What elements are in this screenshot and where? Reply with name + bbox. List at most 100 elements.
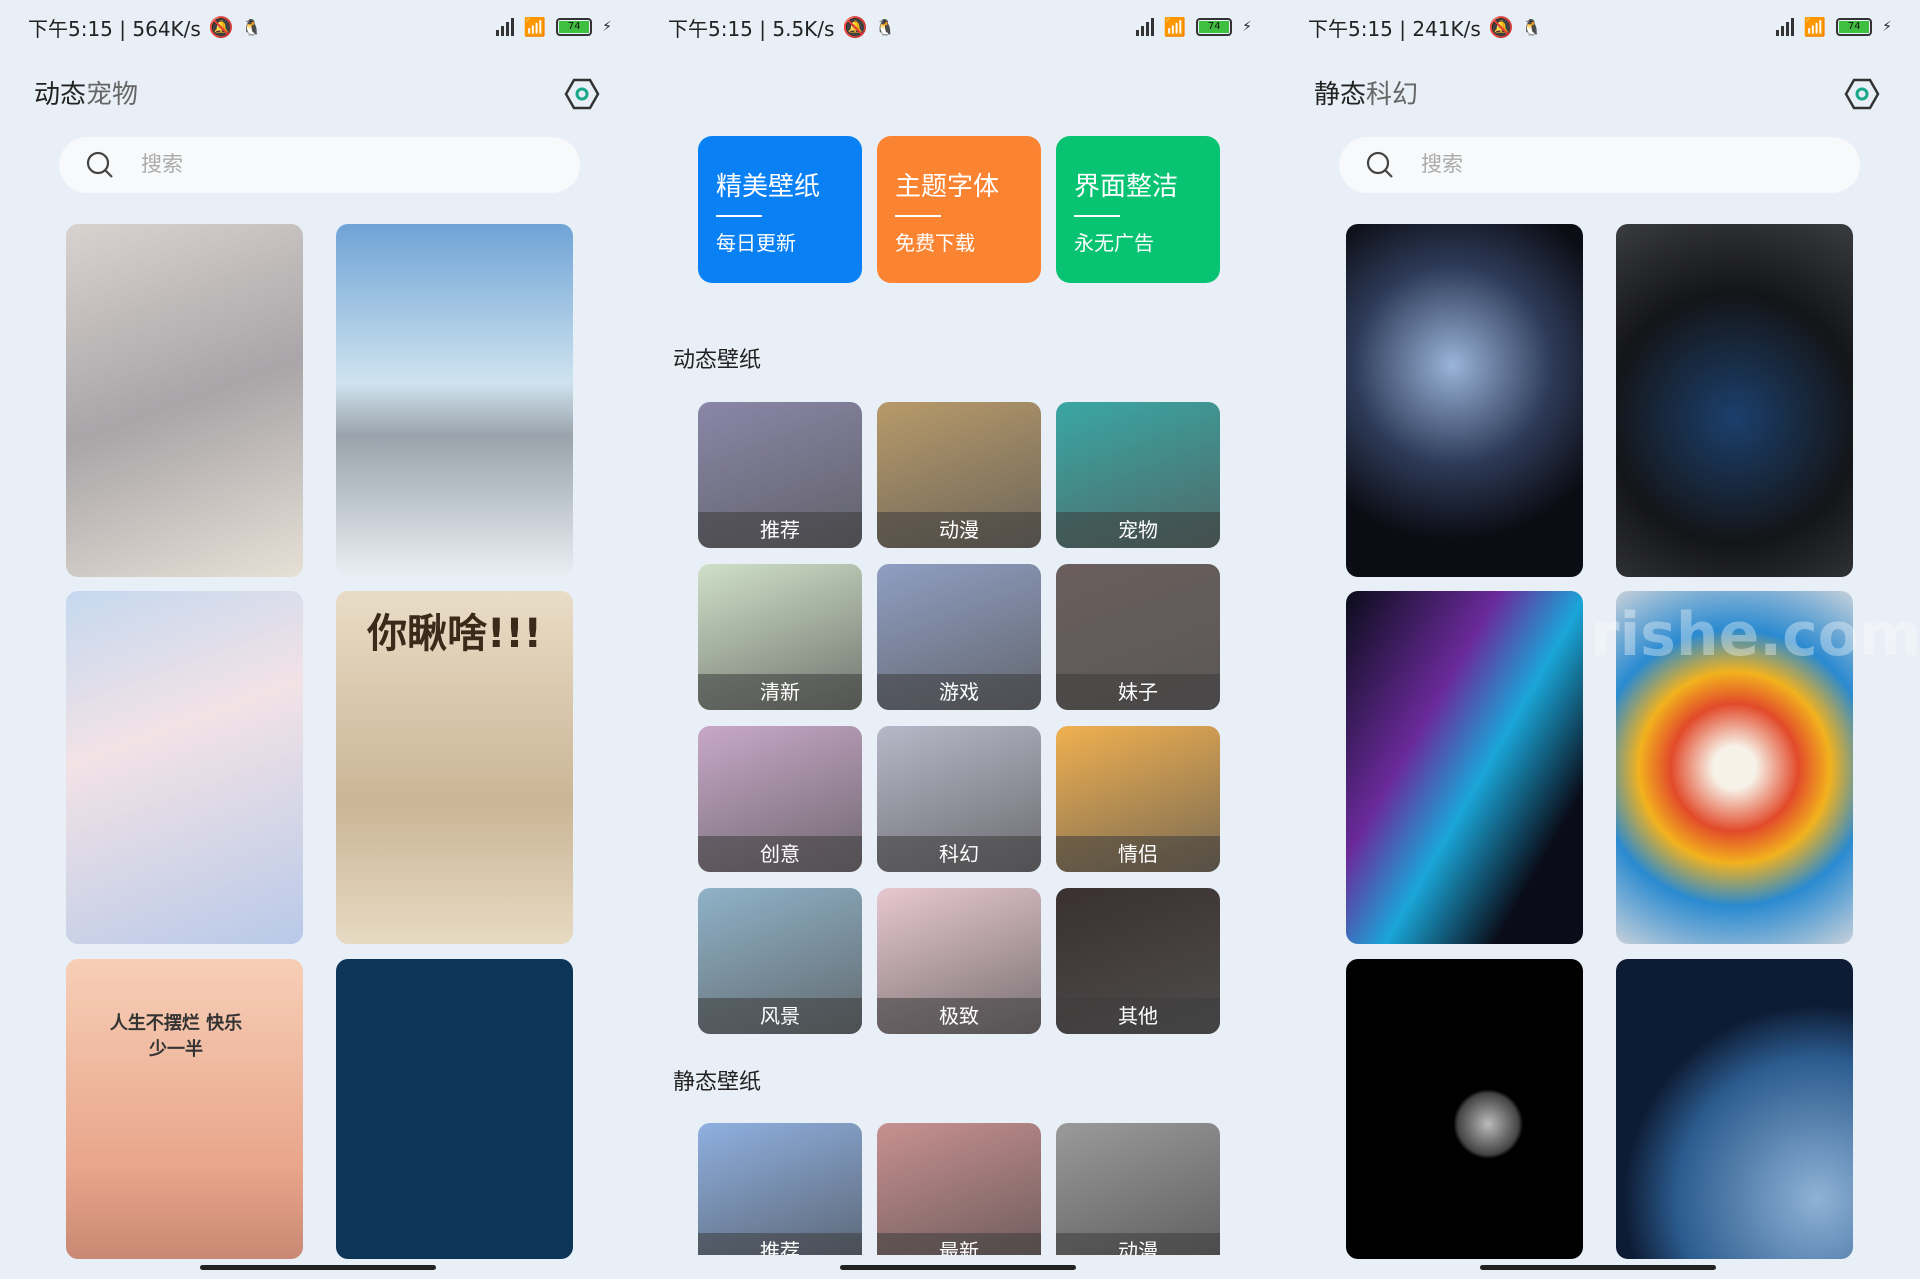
category-label: 推荐: [698, 512, 862, 548]
promo-title: 界面整洁: [1074, 172, 1179, 202]
category-tile[interactable]: 动漫: [877, 402, 1041, 548]
static-category-tile[interactable]: 最新: [877, 1123, 1041, 1255]
charging-icon: ⚡: [1882, 19, 1892, 35]
title-main: 静态: [1314, 80, 1367, 110]
category-label: 游戏: [877, 674, 1041, 710]
category-tile[interactable]: 清新: [698, 564, 862, 710]
category-label: 宠物: [1056, 512, 1220, 548]
promo-subtitle: 免费下载: [895, 231, 975, 255]
scifi-wallpaper-card[interactable]: [1346, 591, 1583, 944]
scifi-wallpaper-card[interactable]: [1616, 224, 1853, 577]
settings-button[interactable]: [564, 76, 600, 112]
card-caption: 你瞅啥!!!: [367, 611, 542, 657]
category-label: 推荐: [698, 1233, 862, 1255]
pet-wallpaper-card[interactable]: [66, 224, 303, 577]
status-time: 下午5:15 | 5.5K/s: [668, 16, 835, 41]
title-category[interactable]: 宠物: [86, 80, 138, 110]
category-tile[interactable]: 妹子: [1056, 564, 1220, 710]
category-tile[interactable]: 其他: [1056, 888, 1220, 1034]
qq-icon: 🐧: [241, 17, 262, 37]
category-label: 清新: [698, 674, 862, 710]
promo-card[interactable]: 主题字体 免费下载: [877, 136, 1041, 283]
battery-level: 74: [559, 21, 590, 33]
section-title-static: 静态壁纸: [673, 1070, 762, 1095]
promo-subtitle: 永无广告: [1074, 231, 1154, 255]
settings-icon: [1844, 78, 1880, 110]
category-label: 最新: [877, 1233, 1041, 1255]
category-tile[interactable]: 宠物: [1056, 402, 1220, 548]
qq-icon: 🐧: [1521, 17, 1542, 37]
search-bar[interactable]: [1339, 137, 1860, 193]
home-screen: 下午5:15 | 5.5K/s 🔕 🐧 📶 74 ⚡ 精美壁纸 每日更新 主题字体 免费下载 界面整…: [640, 0, 1280, 1279]
promo-title: 主题字体: [895, 172, 1000, 202]
status-bar: 下午5:15 | 564K/s 🔕 🐧 📶 74 ⚡: [28, 12, 612, 42]
pet-wallpaper-card[interactable]: [336, 959, 573, 1259]
title-category[interactable]: 科幻: [1366, 80, 1418, 110]
signal-icon: [495, 18, 514, 36]
status-time: 下午5:15 | 241K/s: [1308, 16, 1481, 41]
home-indicator[interactable]: [200, 1265, 436, 1270]
scifi-wallpaper-card[interactable]: [1616, 959, 1853, 1259]
category-label: 动漫: [877, 512, 1041, 548]
pet-wallpaper-card[interactable]: 你瞅啥!!!: [336, 591, 573, 944]
divider: [895, 215, 941, 217]
category-tile[interactable]: 科幻: [877, 726, 1041, 872]
divider: [716, 215, 762, 217]
category-label: 极致: [877, 998, 1041, 1034]
mute-icon: 🔕: [208, 15, 234, 39]
category-tile[interactable]: 推荐: [698, 402, 862, 548]
charging-icon: ⚡: [1242, 19, 1252, 35]
promo-subtitle: 每日更新: [716, 231, 796, 255]
signal-icon: [1135, 18, 1154, 36]
category-label: 动漫: [1056, 1233, 1220, 1255]
home-indicator[interactable]: [840, 1265, 1076, 1270]
category-tile[interactable]: 情侣: [1056, 726, 1220, 872]
battery-level: 74: [1199, 21, 1230, 33]
scifi-wallpaper-card[interactable]: [1346, 224, 1583, 577]
wifi-icon: 📶: [1803, 16, 1827, 38]
static-category-tile[interactable]: 动漫: [1056, 1123, 1220, 1255]
signal-icon: [1775, 18, 1794, 36]
battery-level: 74: [1839, 21, 1870, 33]
qq-icon: 🐧: [875, 17, 896, 37]
home-indicator[interactable]: [1480, 1265, 1716, 1270]
wifi-icon: 📶: [1163, 16, 1187, 38]
category-label: 情侣: [1056, 836, 1220, 872]
category-tile[interactable]: 极致: [877, 888, 1041, 1034]
category-label: 创意: [698, 836, 862, 872]
scifi-wallpaper-card[interactable]: [1346, 959, 1583, 1259]
category-tile[interactable]: 创意: [698, 726, 862, 872]
battery-icon: 74: [1836, 18, 1873, 36]
promo-card[interactable]: 精美壁纸 每日更新: [698, 136, 862, 283]
static-category-tile[interactable]: 推荐: [698, 1123, 862, 1255]
category-tile[interactable]: 游戏: [877, 564, 1041, 710]
search-bar[interactable]: [59, 137, 580, 193]
status-time: 下午5:15 | 564K/s: [28, 16, 201, 41]
status-bar: 下午5:15 | 5.5K/s 🔕 🐧 📶 74 ⚡: [668, 12, 1252, 42]
category-tile[interactable]: 风景: [698, 888, 862, 1034]
search-icon: [1366, 151, 1393, 178]
pet-wallpaper-card[interactable]: [336, 224, 573, 577]
charging-icon: ⚡: [602, 19, 612, 35]
mute-icon: 🔕: [842, 15, 868, 39]
status-bar: 下午5:15 | 241K/s 🔕 🐧 📶 74 ⚡: [1308, 12, 1892, 42]
pet-wallpaper-card[interactable]: 人生不摆烂 快乐少一半: [66, 959, 303, 1259]
category-label: 其他: [1056, 998, 1220, 1034]
card-caption: 人生不摆烂 快乐少一半: [109, 1013, 243, 1060]
category-label: 妹子: [1056, 674, 1220, 710]
settings-button[interactable]: [1844, 76, 1880, 112]
mute-icon: 🔕: [1488, 15, 1514, 39]
category-label: 科幻: [877, 836, 1041, 872]
pet-wallpaper-screen: 下午5:15 | 564K/s 🔕 🐧 📶 74 ⚡ 动态宠物你瞅啥!!! 人生不摆烂 快乐少…: [0, 0, 640, 1279]
search-input[interactable]: [141, 153, 521, 177]
promo-card[interactable]: 界面整洁 永无广告: [1056, 136, 1220, 283]
pet-wallpaper-card[interactable]: [66, 591, 303, 944]
page-title: 静态科幻: [1314, 74, 1418, 111]
search-input[interactable]: [1421, 153, 1801, 177]
battery-icon: 74: [556, 18, 593, 36]
battery-icon: 74: [1196, 18, 1233, 36]
section-title-dynamic: 动态壁纸: [673, 348, 762, 373]
title-main: 动态: [34, 80, 87, 110]
divider: [1074, 215, 1120, 217]
page-title: 动态宠物: [34, 74, 138, 111]
